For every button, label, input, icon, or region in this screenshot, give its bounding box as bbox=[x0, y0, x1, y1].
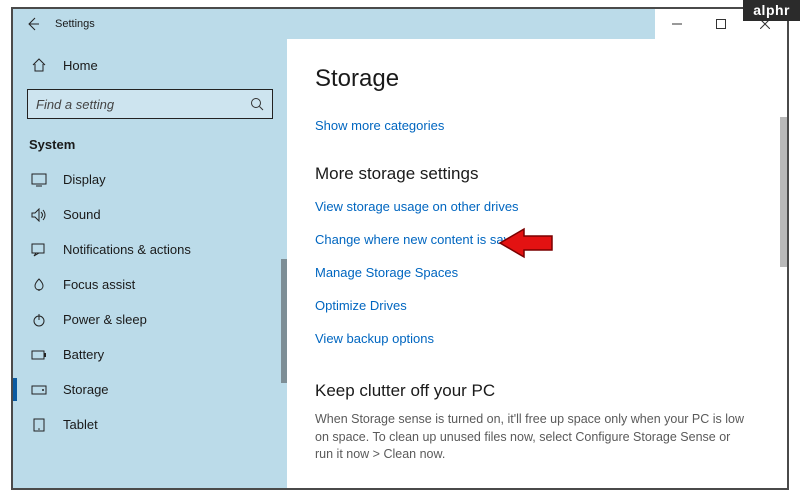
storage-icon bbox=[29, 384, 49, 396]
notifications-icon bbox=[29, 243, 49, 257]
sidebar: Home System Display bbox=[13, 39, 287, 488]
tablet-icon bbox=[29, 418, 49, 432]
sidebar-item-tablet[interactable]: Tablet bbox=[13, 407, 287, 442]
sidebar-item-sound[interactable]: Sound bbox=[13, 197, 287, 232]
battery-icon bbox=[29, 349, 49, 361]
sidebar-item-label: Tablet bbox=[63, 417, 98, 432]
link-view-storage-usage[interactable]: View storage usage on other drives bbox=[315, 194, 759, 219]
power-icon bbox=[29, 313, 49, 327]
page-title: Storage bbox=[315, 65, 759, 93]
search-box[interactable] bbox=[27, 89, 273, 119]
keep-clutter-heading: Keep clutter off your PC bbox=[315, 381, 759, 401]
sidebar-item-notifications[interactable]: Notifications & actions bbox=[13, 232, 287, 267]
settings-window: Settings Home bbox=[11, 7, 789, 490]
home-icon bbox=[29, 57, 49, 73]
link-manage-storage-spaces[interactable]: Manage Storage Spaces bbox=[315, 260, 759, 285]
keep-clutter-description: When Storage sense is turned on, it'll f… bbox=[315, 411, 745, 464]
sidebar-item-label: Power & sleep bbox=[63, 312, 147, 327]
maximize-button[interactable] bbox=[699, 9, 743, 39]
display-icon bbox=[29, 173, 49, 187]
link-change-save-location[interactable]: Change where new content is saved bbox=[315, 227, 759, 252]
sidebar-item-focus-assist[interactable]: Focus assist bbox=[13, 267, 287, 302]
link-view-backup-options[interactable]: View backup options bbox=[315, 326, 759, 351]
window-title: Settings bbox=[53, 18, 95, 30]
back-button[interactable] bbox=[13, 9, 53, 39]
sidebar-item-battery[interactable]: Battery bbox=[13, 337, 287, 372]
sidebar-item-display[interactable]: Display bbox=[13, 162, 287, 197]
titlebar: Settings bbox=[13, 9, 787, 39]
sidebar-item-label: Battery bbox=[63, 347, 104, 362]
sidebar-item-label: Sound bbox=[63, 207, 101, 222]
show-more-categories-link[interactable]: Show more categories bbox=[315, 113, 759, 138]
sound-icon bbox=[29, 208, 49, 222]
search-icon bbox=[250, 97, 264, 111]
minimize-button[interactable] bbox=[655, 9, 699, 39]
home-nav[interactable]: Home bbox=[13, 49, 287, 81]
watermark-badge: alphr bbox=[743, 0, 800, 21]
more-storage-settings-heading: More storage settings bbox=[315, 164, 759, 184]
home-label: Home bbox=[63, 58, 98, 73]
focus-assist-icon bbox=[29, 278, 49, 292]
sidebar-item-label: Storage bbox=[63, 382, 109, 397]
sidebar-item-storage[interactable]: Storage bbox=[13, 372, 287, 407]
search-input[interactable] bbox=[36, 97, 250, 112]
sidebar-item-power-sleep[interactable]: Power & sleep bbox=[13, 302, 287, 337]
sidebar-item-label: Display bbox=[63, 172, 106, 187]
sidebar-item-label: Focus assist bbox=[63, 277, 135, 292]
category-heading: System bbox=[13, 131, 287, 162]
sidebar-item-label: Notifications & actions bbox=[63, 242, 191, 257]
main-content: Storage Show more categories More storag… bbox=[287, 39, 787, 488]
minimize-icon bbox=[672, 19, 682, 29]
maximize-icon bbox=[716, 19, 726, 29]
link-optimize-drives[interactable]: Optimize Drives bbox=[315, 293, 759, 318]
arrow-left-icon bbox=[26, 17, 40, 31]
main-scrollbar[interactable] bbox=[780, 117, 787, 267]
